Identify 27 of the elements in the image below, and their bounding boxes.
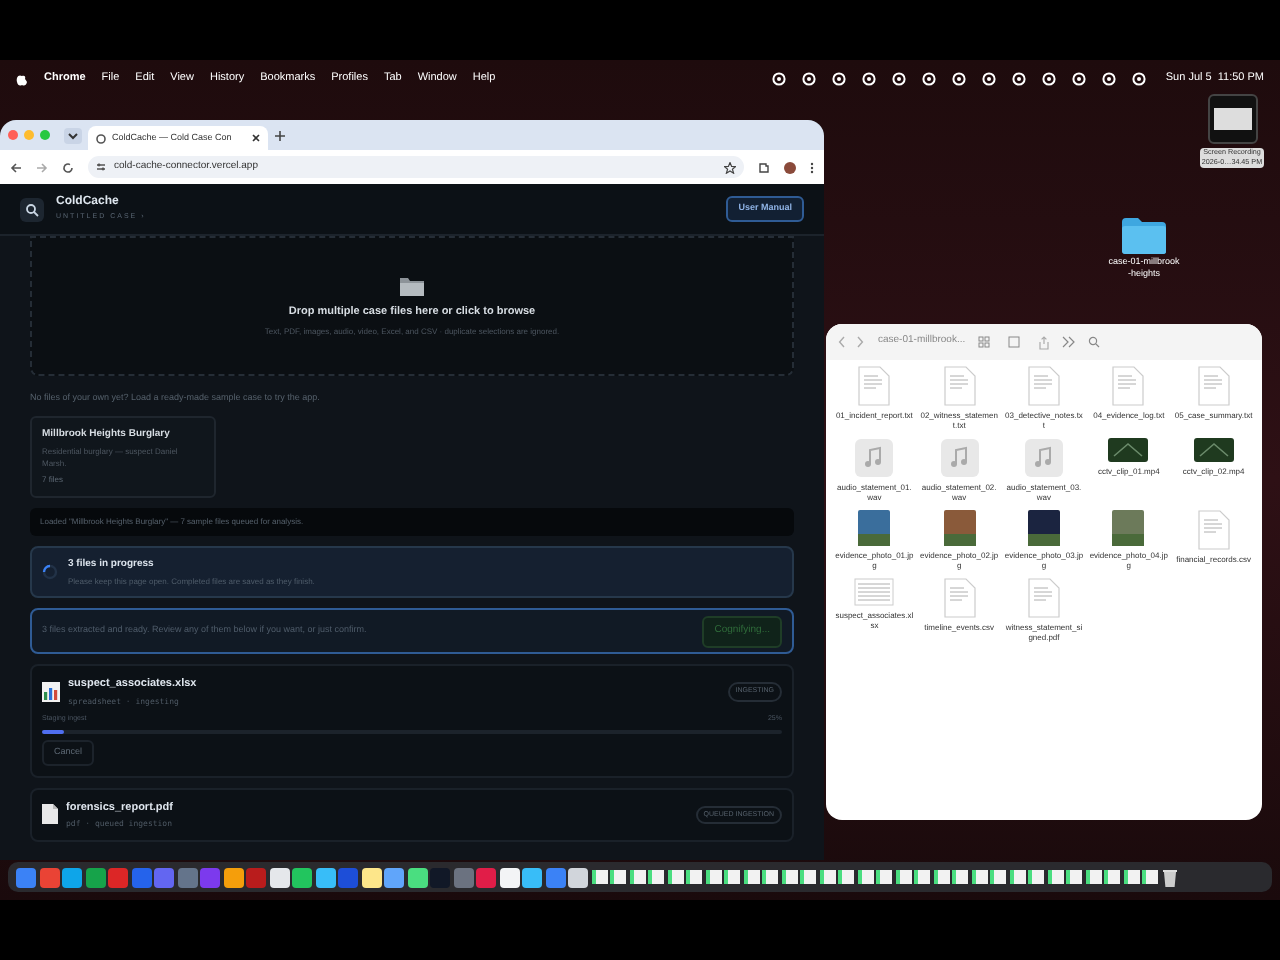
document-icon [42,804,58,825]
bookmark-star-icon[interactable] [724,161,736,173]
folder-icon[interactable] [1120,216,1168,256]
search-logo-icon [20,197,44,221]
tab-list-icon[interactable] [64,127,82,143]
search-icon[interactable] [1087,336,1100,348]
profile-avatar[interactable] [784,161,796,173]
video-thumbnail[interactable] [1108,438,1149,462]
new-tab-icon[interactable] [274,129,286,141]
screen-recording-thumbnail[interactable] [1207,94,1257,144]
extensions-icon[interactable] [758,161,770,173]
photo-thumbnail[interactable] [1027,510,1060,546]
folder-icon [398,273,426,298]
reload-icon[interactable] [62,161,74,173]
photo-thumbnail[interactable] [858,510,891,546]
back-icon[interactable] [10,161,22,173]
spinner-icon [42,564,58,581]
more-chevron-icon[interactable] [1061,336,1076,348]
spreadsheet-icon [42,681,60,702]
trash-icon[interactable] [1161,867,1177,887]
photo-thumbnail[interactable] [943,510,976,546]
photo-thumbnail[interactable] [1112,510,1145,546]
globe-icon [96,133,106,143]
close-tab-icon[interactable] [252,134,260,142]
video-thumbnail[interactable] [1193,438,1234,462]
site-info-icon[interactable] [96,162,106,172]
apple-menu-icon[interactable] [16,71,28,85]
